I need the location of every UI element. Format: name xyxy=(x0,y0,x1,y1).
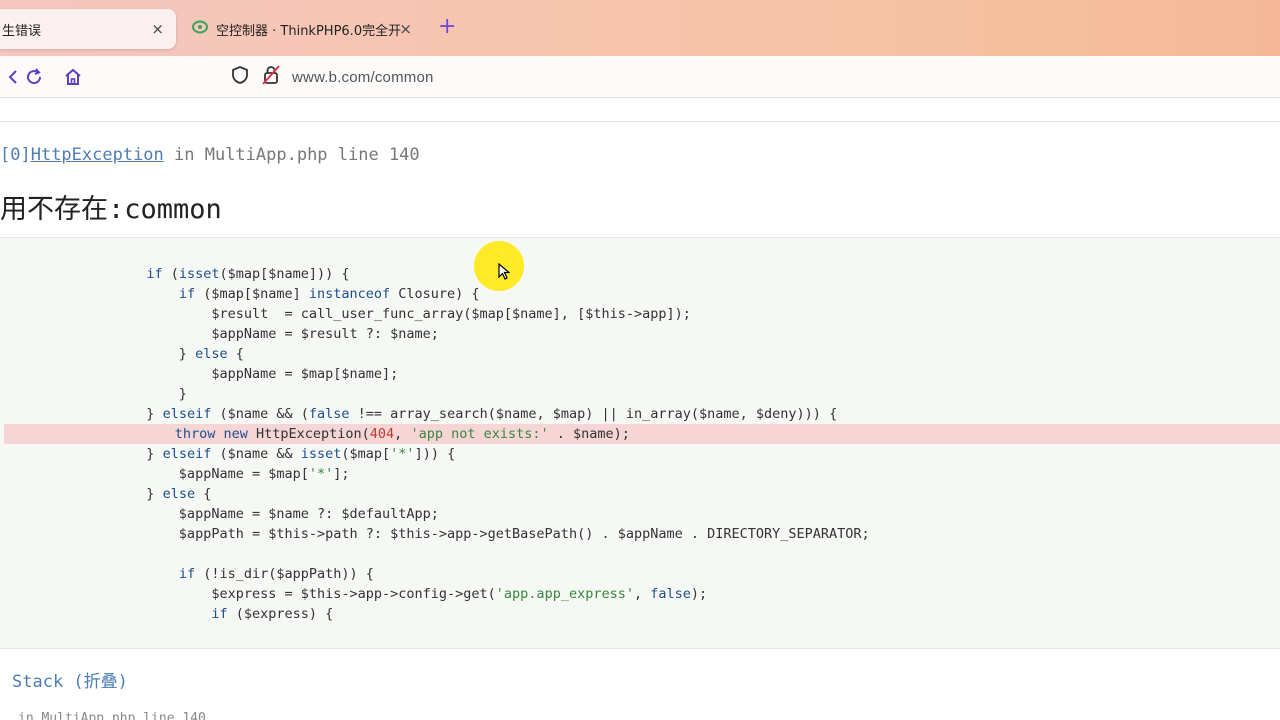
address-bar[interactable]: www.b.com/common xyxy=(224,60,1044,94)
tab-title: 空控制器 · ThinkPHP6.0完全开 xyxy=(216,23,402,39)
exception-message: 用不存在:common xyxy=(0,194,222,225)
tab-strip: 生错误 × 空控制器 · ThinkPHP6.0完全开 × + xyxy=(0,0,1280,56)
code-line: $appName = $map[$name]; xyxy=(0,366,399,382)
code-line: } elseif ($name && isset($map['*'])) { xyxy=(0,446,456,462)
reload-icon[interactable] xyxy=(21,64,47,90)
close-icon[interactable]: × xyxy=(399,20,412,38)
code-line: } elseif ($name && (false !== array_sear… xyxy=(0,406,838,422)
code-line: $appName = $map['*']; xyxy=(0,466,350,482)
url-text: www.b.com/common xyxy=(292,68,434,86)
code-line: $appName = $result ?: $name; xyxy=(0,326,439,342)
code-line: if ($map[$name] instanceof Closure) { xyxy=(178,286,480,302)
tab-title: 生错误 xyxy=(2,23,42,39)
error-page: [0]HttpException in MultiApp.php line 14… xyxy=(0,99,1280,720)
insecure-lock-icon[interactable] xyxy=(262,65,280,89)
navigation-bar: www.b.com/common xyxy=(0,56,1280,98)
tab-thinkphp[interactable]: 空控制器 · ThinkPHP6.0完全开 × xyxy=(186,9,418,49)
code-line: if ($express) { xyxy=(211,606,334,622)
tab-favicon-icon xyxy=(192,20,208,38)
error-code-line: throw new HttpException(404, 'app not ex… xyxy=(4,424,1280,444)
stack-entry: in MultiApp.php line 140 xyxy=(18,711,206,720)
source-code: if (isset($map[$name])) { if ($map[$name… xyxy=(0,264,1280,624)
code-line: $express = $this->app->config->get('app.… xyxy=(0,586,708,602)
code-line: if (isset($map[$name])) { xyxy=(146,266,350,282)
new-tab-button[interactable]: + xyxy=(438,14,456,39)
tab-error[interactable]: 生错误 × xyxy=(0,9,176,49)
close-icon[interactable]: × xyxy=(151,20,164,38)
home-icon[interactable] xyxy=(60,64,86,90)
shield-icon[interactable] xyxy=(230,65,250,89)
code-line: } xyxy=(0,386,187,402)
code-line: $appName = $name ?: $defaultApp; xyxy=(0,506,439,522)
code-line: $appPath = $this->path ?: $this->app->ge… xyxy=(0,526,870,542)
exception-class-link[interactable]: HttpException xyxy=(31,145,164,165)
exception-location: in MultiApp.php line 140 xyxy=(163,145,420,165)
divider xyxy=(0,121,1280,122)
exception-prefix: [0] xyxy=(0,145,31,165)
mouse-pointer-icon xyxy=(498,262,511,285)
source-code-panel: if (isset($map[$name])) { if ($map[$name… xyxy=(0,237,1280,649)
code-line: if (!is_dir($appPath)) { xyxy=(178,566,374,582)
exception-info: [0]HttpException in MultiApp.php line 14… xyxy=(0,145,420,165)
stack-toggle[interactable]: Stack (折叠) xyxy=(12,667,128,692)
code-line: } else { xyxy=(0,346,244,362)
code-line: $result = call_user_func_array($map[$nam… xyxy=(0,306,691,322)
code-line: } else { xyxy=(0,486,212,502)
